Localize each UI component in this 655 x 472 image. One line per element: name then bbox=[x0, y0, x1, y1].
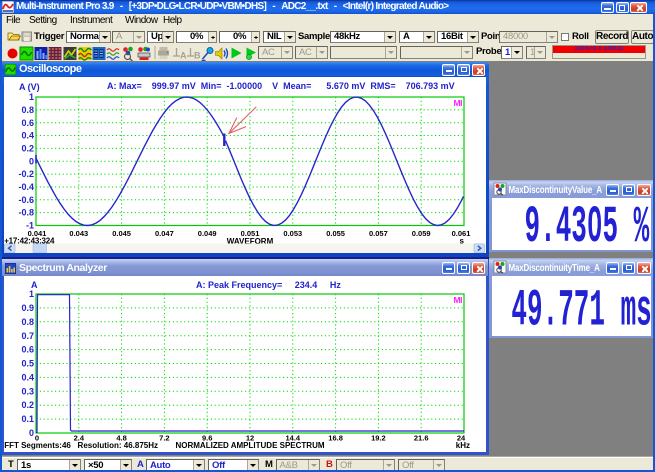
svg-text:MI: MI bbox=[454, 295, 463, 305]
svg-text:A: Peak Frequency= 234.4: A: Peak Frequency= 234.4 Hz bbox=[196, 280, 341, 290]
svg-text:FFT Segments:46 Resolution:: FFT Segments:46 Resolution: 46.875Hz bbox=[4, 441, 158, 450]
svg-text:9.4305 %: 9.4305 % bbox=[525, 199, 650, 252]
svg-text:0.2: 0.2 bbox=[21, 144, 34, 154]
svg-text:0: 0 bbox=[29, 428, 34, 438]
svg-text:49.771 ms: 49.771 ms bbox=[511, 283, 651, 338]
svg-text:0.053: 0.053 bbox=[283, 229, 302, 238]
svg-text:1: 1 bbox=[29, 289, 34, 299]
svg-text:0.043: 0.043 bbox=[69, 229, 88, 238]
svg-text:0.057: 0.057 bbox=[369, 229, 388, 238]
svg-text:A: Max= 999.97 mV Min= -1: A: Max= 999.97 mV Min= -1.00000 V Mean= … bbox=[107, 81, 455, 91]
svg-text:0.4: 0.4 bbox=[21, 131, 34, 141]
svg-text:0.3: 0.3 bbox=[21, 387, 34, 397]
svg-text:0.4: 0.4 bbox=[21, 373, 34, 383]
svg-text:MI: MI bbox=[454, 98, 463, 108]
svg-text:0.7: 0.7 bbox=[21, 331, 34, 341]
svg-text:0.059: 0.059 bbox=[412, 229, 431, 238]
svg-text:0.049: 0.049 bbox=[198, 229, 217, 238]
svg-text:0.045: 0.045 bbox=[112, 229, 131, 238]
svg-text:19.2: 19.2 bbox=[371, 434, 386, 443]
svg-text:0.9: 0.9 bbox=[21, 303, 34, 313]
svg-text:0.047: 0.047 bbox=[155, 229, 174, 238]
svg-text:A (V): A (V) bbox=[19, 82, 40, 92]
svg-text:0.8: 0.8 bbox=[21, 105, 34, 115]
svg-text:0.1: 0.1 bbox=[21, 414, 34, 424]
svg-text:NORMALIZED AMPLITUDE SPECTRUM: NORMALIZED AMPLITUDE SPECTRUM bbox=[175, 441, 324, 450]
svg-text:A: A bbox=[180, 51, 187, 61]
svg-text:7.2: 7.2 bbox=[159, 434, 169, 443]
svg-text:1: 1 bbox=[29, 92, 34, 102]
svg-text:0: 0 bbox=[29, 157, 34, 167]
svg-text:B: B bbox=[194, 51, 201, 61]
svg-text:21.6: 21.6 bbox=[414, 434, 429, 443]
svg-text:-0.2: -0.2 bbox=[18, 169, 34, 179]
svg-text:kHz: kHz bbox=[456, 441, 470, 450]
svg-text:16.8: 16.8 bbox=[328, 434, 343, 443]
svg-text:-0.8: -0.8 bbox=[18, 208, 34, 218]
svg-text:-0.6: -0.6 bbox=[18, 195, 34, 205]
svg-text:0.2: 0.2 bbox=[21, 400, 34, 410]
svg-text:0.6: 0.6 bbox=[21, 345, 34, 355]
svg-text:MaxDiscontinuityValue_A: MaxDiscontinuityValue_A bbox=[509, 184, 603, 195]
svg-text:0.6: 0.6 bbox=[21, 118, 34, 128]
svg-text:0.055: 0.055 bbox=[326, 229, 345, 238]
svg-text:MaxDiscontinuityTime_A: MaxDiscontinuityTime_A bbox=[509, 262, 601, 273]
svg-text:-0.4: -0.4 bbox=[18, 182, 34, 192]
svg-text:0.5: 0.5 bbox=[21, 359, 34, 369]
svg-text:0.8: 0.8 bbox=[21, 317, 34, 327]
